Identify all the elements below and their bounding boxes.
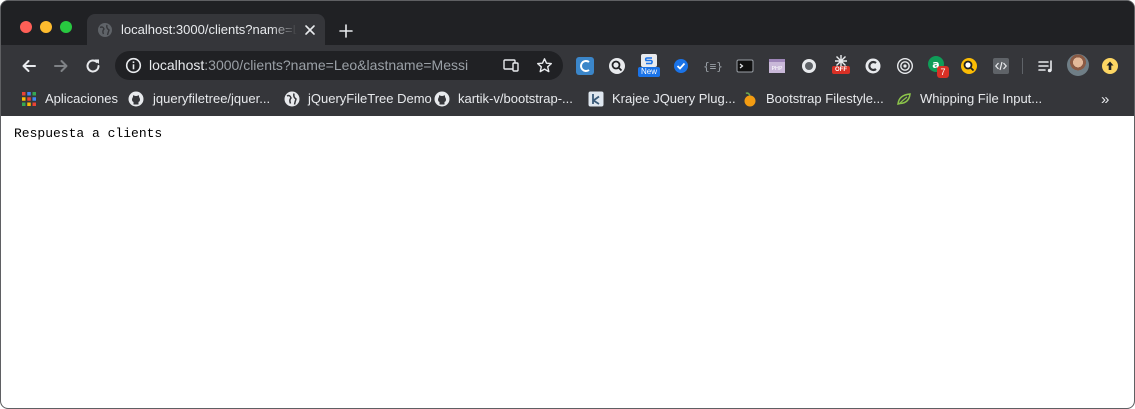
response-text: Respuesta a clients (14, 126, 163, 141)
globe-icon (98, 23, 112, 37)
count-badge: 7 (937, 66, 949, 78)
minimize-window-button[interactable] (40, 21, 52, 33)
extension-code-icon[interactable] (992, 57, 1010, 75)
bookmark-jqueryfiletree[interactable]: jqueryfiletree/jquer... (153, 91, 270, 107)
extension-c-logo-icon[interactable] (864, 57, 882, 75)
arrow-left-icon[interactable] (20, 57, 38, 75)
bookmark-kartik-bootstrap[interactable]: kartik-v/bootstrap-... (458, 91, 573, 107)
leaf-icon (897, 93, 911, 105)
extension-a-badge-icon[interactable]: a 7 (927, 55, 951, 79)
browser-window: localhost:3000/clients?name=Leo&lastname… (0, 0, 1135, 409)
extension-terminal-icon[interactable] (736, 57, 754, 75)
profile-avatar[interactable] (1067, 54, 1089, 76)
star-icon[interactable] (536, 57, 553, 74)
url-text[interactable]: localhost:3000/clients?name=Leo&lastname… (149, 56, 468, 75)
extension-s-logo-icon (641, 54, 657, 67)
plus-icon[interactable] (338, 23, 354, 39)
update-available-icon[interactable] (1101, 57, 1119, 75)
extension-blue-swirl-icon[interactable] (576, 57, 594, 75)
extension-magnifier-icon[interactable] (608, 57, 626, 75)
url-path: :3000/clients?name=Leo&lastname=Messi (204, 57, 469, 73)
maximize-window-button[interactable] (60, 21, 72, 33)
bookmark-jqueryfiletree-demo[interactable]: jQueryFileTree Demo (308, 91, 432, 107)
bookmark-whipping-file-input[interactable]: Whipping File Input... (920, 91, 1042, 107)
bookmark-bootstrap-filestyle[interactable]: Bootstrap Filestyle... (766, 91, 884, 107)
arrow-right-icon[interactable] (52, 57, 70, 75)
tab-title: localhost:3000/clients?name=Leo&lastname… (121, 22, 297, 37)
toolbar-divider (1022, 58, 1023, 74)
github-icon (128, 91, 144, 107)
tab-active[interactable]: localhost:3000/clients?name=Leo&lastname… (87, 14, 325, 45)
orange-fruit-icon (744, 92, 756, 107)
url-host: localhost (149, 57, 205, 73)
extension-target-icon[interactable] (896, 57, 914, 75)
globe-icon (284, 91, 300, 107)
page-content: Respuesta a clients (1, 116, 1134, 408)
info-icon[interactable] (125, 57, 142, 74)
close-icon[interactable] (302, 22, 318, 38)
extension-php-icon[interactable]: PHP (768, 57, 786, 75)
bookmarks-overflow-button[interactable]: » (1101, 92, 1109, 107)
extension-new-icon[interactable]: New (638, 54, 660, 78)
off-badge: OFF (832, 66, 850, 74)
bookmarks-bar: Aplicaciones jqueryfiletree/jquer... jQu… (1, 85, 1134, 116)
apps-grid-icon[interactable] (21, 91, 37, 107)
extension-off-icon[interactable]: OFF (831, 54, 851, 76)
toolbar: localhost:3000/clients?name=Leo&lastname… (1, 45, 1134, 85)
tab-strip: localhost:3000/clients?name=Leo&lastname… (1, 1, 1134, 45)
bookmark-krajee[interactable]: Krajee JQuery Plug... (612, 91, 736, 107)
github-icon (434, 91, 450, 107)
install-app-icon[interactable] (503, 58, 519, 73)
new-badge: New (638, 67, 660, 77)
address-bar[interactable]: localhost:3000/clients?name=Leo&lastname… (115, 51, 563, 80)
extension-circle-icon[interactable] (800, 57, 818, 75)
extension-checkmark-icon[interactable] (672, 57, 690, 75)
reading-list-icon[interactable] (1037, 57, 1055, 75)
extension-yellow-magnifier-icon[interactable] (960, 57, 978, 75)
extension-braces-icon[interactable]: {≡} (704, 57, 722, 75)
bookmark-aplicaciones[interactable]: Aplicaciones (45, 91, 118, 107)
reload-icon[interactable] (84, 57, 102, 75)
k-logo-icon (588, 91, 604, 107)
svg-text:PHP: PHP (772, 66, 783, 72)
close-window-button[interactable] (20, 21, 32, 33)
svg-text:{≡}: {≡} (704, 60, 722, 73)
